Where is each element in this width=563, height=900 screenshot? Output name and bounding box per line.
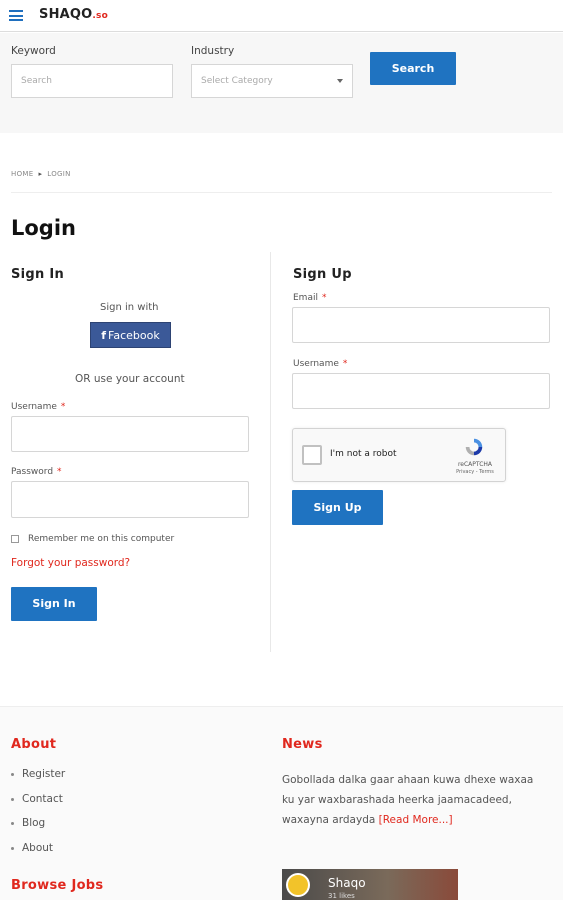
search-button[interactable]: Search — [370, 52, 456, 85]
recaptcha-brand: reCAPTCHA — [457, 461, 493, 468]
facebook-icon: f — [101, 329, 107, 342]
signin-with-text: Sign in with — [100, 302, 159, 313]
facebook-login-button[interactable]: f Facebook — [90, 322, 171, 348]
logo-main: SHAQO — [39, 7, 93, 22]
footer-browse-title: Browse Jobs — [11, 878, 104, 893]
email-input[interactable] — [292, 307, 550, 343]
signup-title: Sign Up — [293, 267, 352, 282]
signup-username-input[interactable] — [292, 373, 550, 409]
recaptcha-widget: I'm not a robot reCAPTCHA Privacy - Term… — [292, 428, 506, 482]
industry-select[interactable]: Select Category — [191, 64, 353, 98]
footer-link-contact[interactable]: Contact — [11, 793, 63, 805]
industry-label: Industry — [191, 45, 235, 57]
signup-username-label: Username * — [293, 359, 348, 369]
recaptcha-label: I'm not a robot — [330, 449, 397, 459]
recaptcha-checkbox[interactable] — [302, 445, 322, 465]
logo-domain: .so — [92, 11, 108, 21]
menu-icon[interactable] — [9, 10, 23, 21]
remember-checkbox[interactable] — [11, 535, 19, 543]
forgot-password-link[interactable]: Forgot your password? — [11, 557, 130, 569]
divider — [11, 192, 552, 193]
read-more-link[interactable]: [Read More...] — [379, 814, 453, 826]
signup-button[interactable]: Sign Up — [292, 490, 383, 525]
email-label: Email * — [293, 293, 327, 303]
industry-selected-value: Select Category — [201, 76, 273, 86]
recaptcha-logo-icon — [465, 438, 483, 456]
breadcrumb-current: LOGIN — [47, 170, 71, 178]
keyword-input[interactable]: Search — [11, 64, 173, 98]
or-text: OR use your account — [75, 373, 185, 385]
remember-label: Remember me on this computer — [28, 534, 175, 544]
column-divider — [270, 252, 271, 652]
site-logo[interactable]: SHAQO.so — [39, 7, 108, 22]
footer-link-register[interactable]: Register — [11, 768, 65, 780]
keyword-label: Keyword — [11, 45, 56, 57]
password-label: Password * — [11, 467, 62, 477]
page-title: Login — [11, 216, 76, 240]
news-excerpt: Gobollada dalka gaar ahaan kuwa dhexe wa… — [282, 774, 534, 826]
username-input[interactable] — [11, 416, 249, 452]
recaptcha-terms[interactable]: Privacy - Terms — [451, 469, 499, 475]
footer-link-blog[interactable]: Blog — [11, 817, 45, 829]
top-bar: SHAQO.so — [0, 0, 563, 32]
breadcrumb-home[interactable]: HOME — [11, 170, 33, 178]
password-input[interactable] — [11, 481, 249, 518]
facebook-label: Facebook — [108, 329, 160, 342]
footer-news-title: News — [282, 737, 323, 752]
video-channel-name: Shaqo — [328, 876, 366, 890]
breadcrumb-separator-icon: ▸ — [38, 170, 43, 178]
video-subtitle: 31 likes — [328, 892, 355, 900]
channel-avatar — [286, 873, 310, 897]
footer-about-title: About — [11, 737, 57, 752]
signin-title: Sign In — [11, 267, 65, 282]
breadcrumb: HOME ▸ LOGIN — [11, 170, 71, 178]
video-thumbnail[interactable]: Shaqo 31 likes — [282, 869, 458, 900]
chevron-down-icon — [337, 79, 343, 83]
signin-button[interactable]: Sign In — [11, 587, 97, 621]
footer-link-about[interactable]: About — [11, 842, 53, 854]
username-label: Username * — [11, 402, 66, 412]
